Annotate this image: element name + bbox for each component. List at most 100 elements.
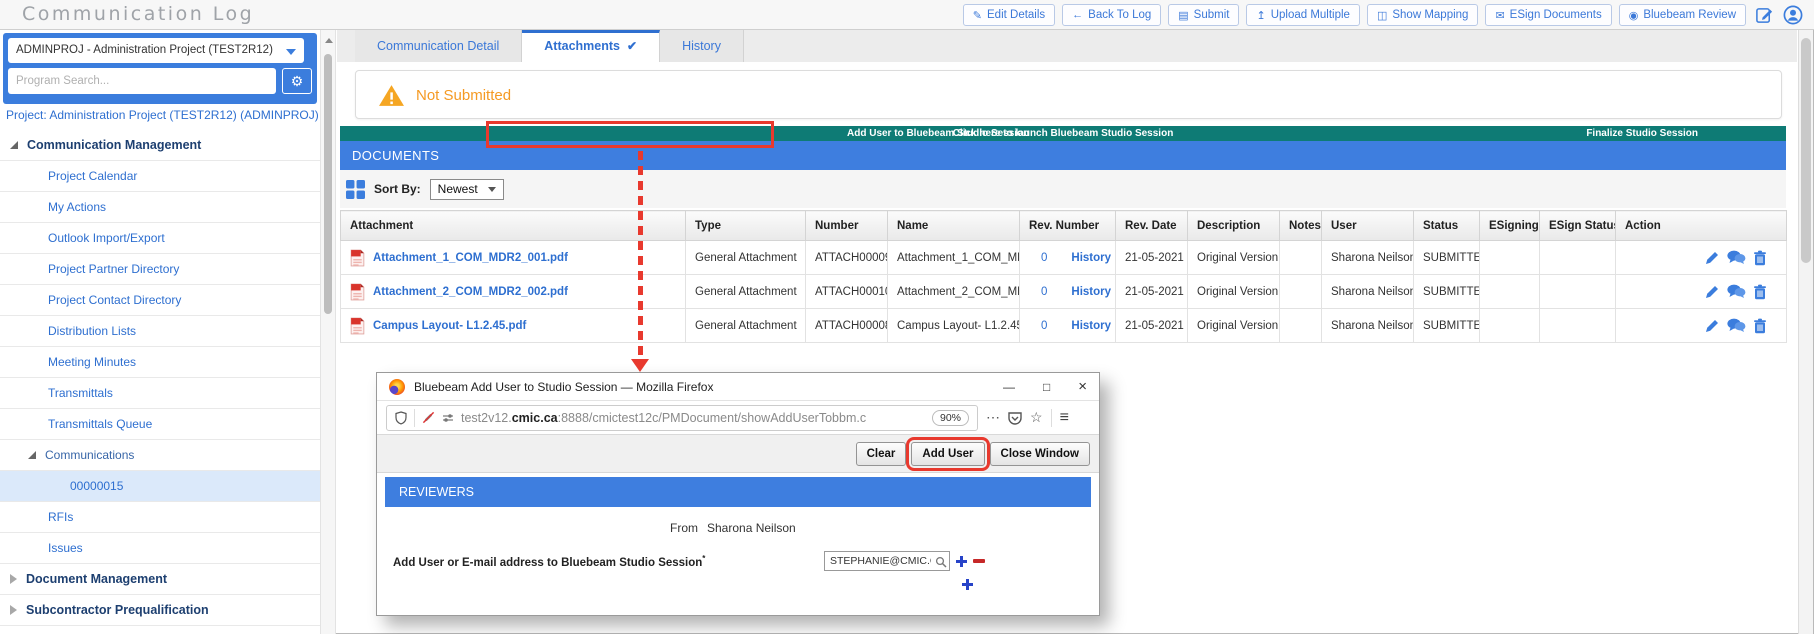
tree-group-subcontractor-prequalification[interactable]: Subcontractor Prequalification (0, 595, 320, 626)
add-user-row: Add User or E-mail address to Bluebeam S… (393, 551, 985, 571)
edit-pencil-icon[interactable] (1704, 250, 1720, 266)
permissions-icon[interactable] (442, 412, 454, 424)
sort-select[interactable]: Newest (429, 178, 504, 200)
comments-icon[interactable] (1727, 250, 1746, 265)
esign-icon: ✉ (1495, 9, 1505, 22)
comments-icon[interactable] (1727, 284, 1746, 299)
clear-button[interactable]: Clear (855, 441, 907, 466)
program-search-input[interactable] (8, 68, 276, 94)
edit-pencil-icon[interactable] (1704, 284, 1720, 300)
popup-title: Bluebeam Add User to Studio Session — Mo… (414, 379, 714, 394)
bluebeam-review-button[interactable]: ◉ Bluebeam Review (1618, 4, 1746, 26)
search-settings-button[interactable]: ⚙ (282, 68, 312, 94)
url-field[interactable]: test2v12.cmic.ca:8888/cmictest12c/PMDocu… (386, 404, 978, 431)
tree-item-00000015-selected[interactable]: 00000015 (0, 471, 320, 502)
tree-item-transmittals[interactable]: Transmittals (0, 378, 320, 409)
submit-button[interactable]: ▤ Submit (1168, 4, 1240, 26)
tree-item-rfis[interactable]: RFIs (0, 502, 320, 533)
remove-row-minus-icon[interactable] (973, 559, 985, 563)
history-link[interactable]: History (1071, 286, 1111, 298)
col-attachment: Attachment (340, 210, 686, 241)
history-link[interactable]: History (1071, 252, 1111, 264)
menu-hamburger-icon[interactable]: ≡ (1060, 409, 1069, 427)
tree-group-communication-management[interactable]: Communication Management (0, 130, 320, 161)
pocket-icon[interactable] (1008, 411, 1022, 425)
tree-item-outlook-import-export[interactable]: Outlook Import/Export (0, 223, 320, 254)
tree-label: My Actions (48, 200, 107, 214)
main-scrollbar-thumb[interactable] (1801, 38, 1811, 263)
edit-pencil-icon[interactable] (1704, 318, 1720, 334)
email-field[interactable] (824, 551, 950, 571)
add-user-button[interactable]: Add User (906, 436, 990, 471)
add-row-plus-icon[interactable] (956, 555, 967, 567)
delete-trash-icon[interactable] (1753, 318, 1767, 334)
bookmark-star-icon[interactable]: ☆ (1030, 409, 1043, 426)
url-path: :8888/cmictest12c/PMDocument/showAddUser… (557, 410, 867, 425)
table-row: Campus Layout- L1.2.45.pdf General Attac… (340, 308, 1787, 343)
cell-status: SUBMITTED (1413, 308, 1480, 343)
rev-number-link[interactable]: 0 (1041, 286, 1047, 298)
tree-group-document-management[interactable]: Document Management (0, 564, 320, 595)
cell-name: Campus Layout- L1.2.45 (887, 308, 1020, 343)
project-select[interactable]: ADMINPROJ - Administration Project (TEST… (8, 38, 304, 63)
tree-group-communications[interactable]: Communications (0, 440, 320, 471)
maximize-icon[interactable]: □ (1043, 380, 1050, 394)
tree-label: Transmittals (48, 386, 113, 400)
browser-zoom-badge[interactable]: 90% (931, 409, 969, 426)
popup-title-bar[interactable]: Bluebeam Add User to Studio Session — Mo… (377, 373, 1099, 401)
scroll-up-arrow-icon[interactable] (325, 38, 333, 43)
rev-number-link[interactable]: 0 (1041, 320, 1047, 332)
tree-label: Subcontractor Prequalification (26, 603, 209, 617)
tree-item-project-calendar[interactable]: Project Calendar (0, 161, 320, 192)
cell-type: General Attachment (685, 274, 806, 309)
grid-view-icon[interactable] (346, 179, 365, 199)
attachment-file-link[interactable]: Attachment_1_COM_MDR2_001.pdf (350, 249, 676, 267)
comments-icon[interactable] (1727, 318, 1746, 333)
col-status: Status (1413, 210, 1480, 241)
add-another-row-plus-icon[interactable] (962, 579, 973, 590)
launch-studio-session-link[interactable]: Click here to launch Bluebeam Studio Ses… (953, 126, 1174, 141)
show-mapping-button[interactable]: ◫ Show Mapping (1366, 4, 1479, 26)
upload-multiple-button[interactable]: ↥ Upload Multiple (1246, 4, 1360, 26)
close-window-button[interactable]: Close Window (989, 441, 1090, 466)
tab-bar: Communication Detail Attachments ✔ Histor… (337, 30, 1797, 62)
tree-item-distribution-lists[interactable]: Distribution Lists (0, 316, 320, 347)
tree-item-meeting-minutes[interactable]: Meeting Minutes (0, 347, 320, 378)
tree-item-project-partner-directory[interactable]: Project Partner Directory (0, 254, 320, 285)
edit-details-button[interactable]: ✎ Edit Details (962, 4, 1056, 26)
page-actions-icon[interactable]: ⋯ (986, 409, 1000, 426)
from-value: Sharona Neilson (707, 521, 796, 535)
user-profile-icon[interactable] (1782, 4, 1804, 26)
tab-attachments[interactable]: Attachments ✔ (522, 30, 661, 62)
cell-description: Original Version (1187, 308, 1280, 343)
cell-status: SUBMITTED (1413, 240, 1480, 275)
attachment-file-link[interactable]: Attachment_2_COM_MDR2_002.pdf (350, 283, 676, 301)
tree-label: Communications (45, 448, 135, 462)
delete-trash-icon[interactable] (1753, 250, 1767, 266)
attachment-file-link[interactable]: Campus Layout- L1.2.45.pdf (350, 317, 676, 335)
close-icon[interactable]: × (1078, 378, 1087, 395)
tree-item-issues[interactable]: Issues (0, 533, 320, 564)
tree-item-my-actions[interactable]: My Actions (0, 192, 320, 223)
blocked-permission-icon[interactable] (422, 411, 435, 424)
tree-item-project-contact-directory[interactable]: Project Contact Directory (0, 285, 320, 316)
minimize-icon[interactable]: — (1003, 380, 1015, 394)
cell-user: Sharona Neilson (1321, 308, 1414, 343)
rev-number-link[interactable]: 0 (1041, 252, 1047, 264)
delete-trash-icon[interactable] (1753, 284, 1767, 300)
tab-history[interactable]: History (660, 30, 744, 62)
reviewers-section-header: REVIEWERS (385, 477, 1091, 507)
sidebar-scrollbar-thumb[interactable] (324, 54, 332, 314)
tab-label: History (682, 39, 721, 53)
edit-note-icon[interactable] (1753, 4, 1775, 26)
back-to-log-button[interactable]: ← Back To Log (1062, 4, 1162, 26)
esign-documents-button[interactable]: ✉ ESign Documents (1485, 4, 1612, 26)
tree-item-transmittals-queue[interactable]: Transmittals Queue (0, 409, 320, 440)
tab-communication-detail[interactable]: Communication Detail (355, 30, 523, 62)
history-link[interactable]: History (1071, 320, 1111, 332)
shield-icon[interactable] (395, 410, 407, 425)
search-lookup-icon[interactable] (935, 555, 947, 573)
col-name: Name (887, 210, 1020, 241)
annotation-arrow-head (631, 359, 649, 372)
finalize-studio-session-link[interactable]: Finalize Studio Session (1586, 126, 1698, 141)
